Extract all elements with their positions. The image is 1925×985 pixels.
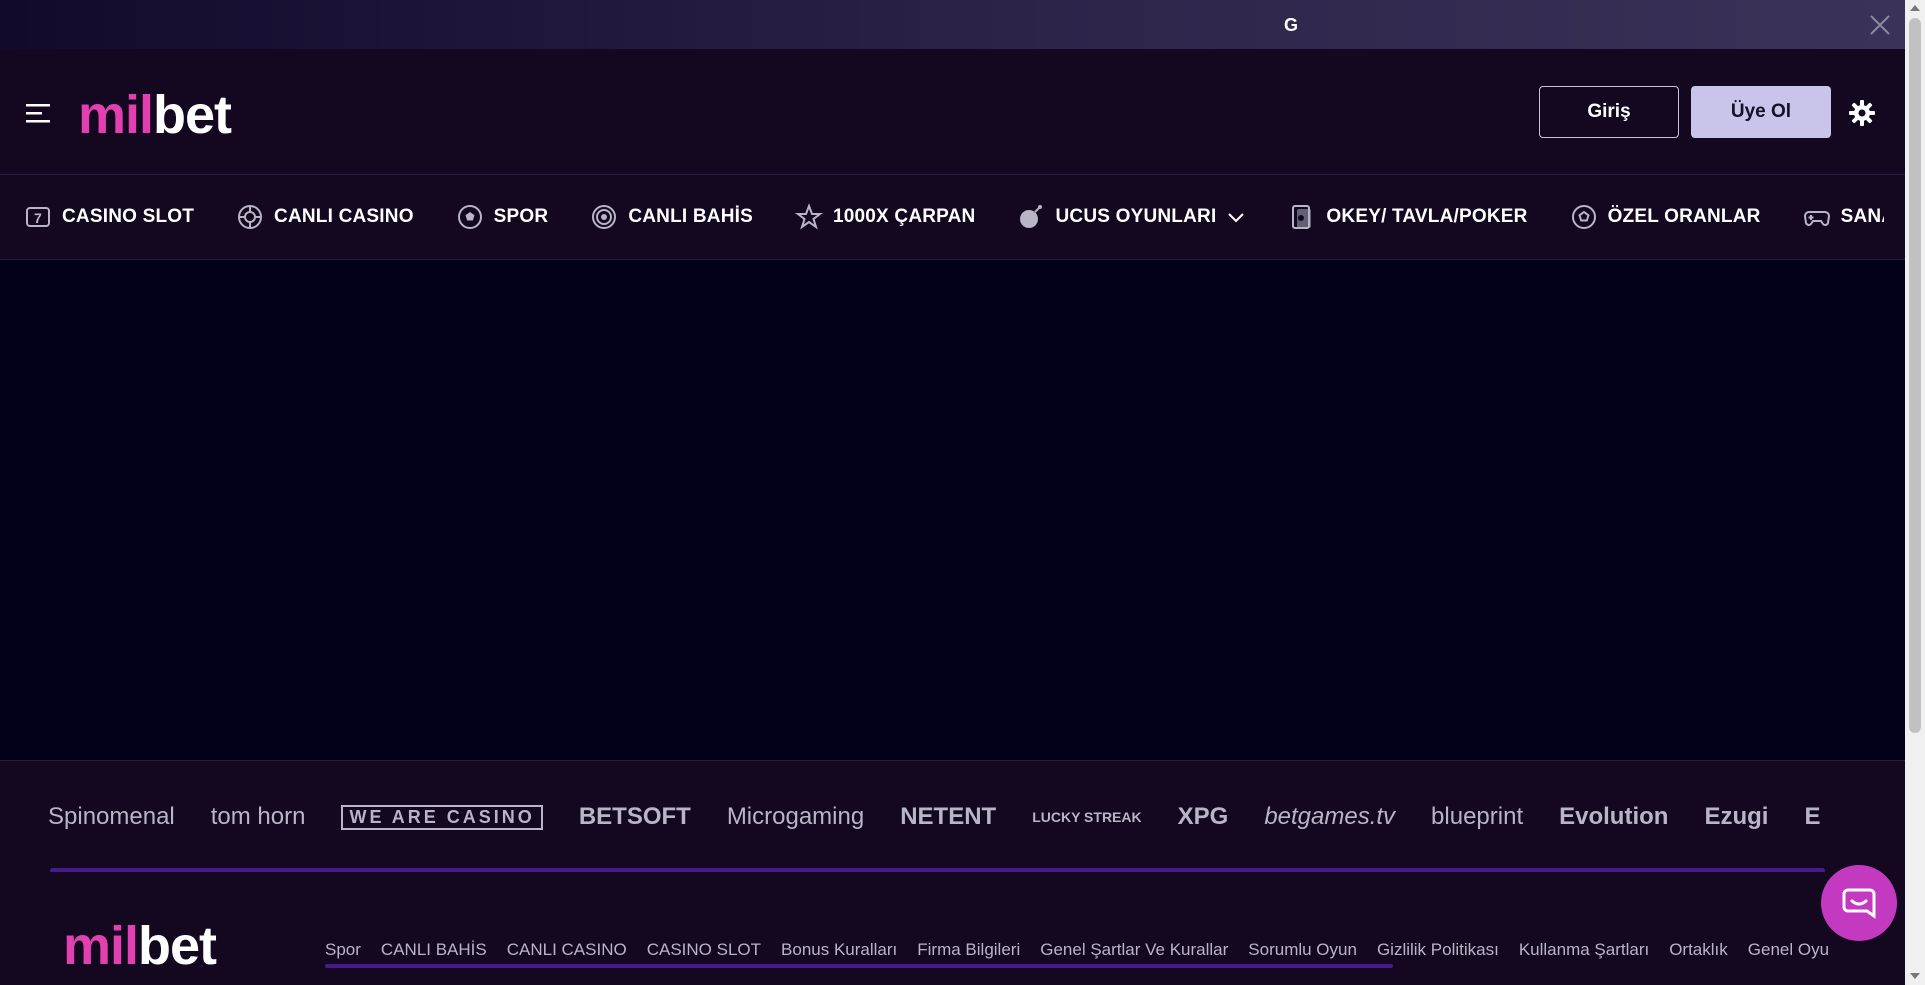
provider-name: E (1804, 803, 1821, 830)
provider-name: NETENT (900, 803, 997, 830)
provider-betgames: betgames.tv (1264, 803, 1395, 831)
footer-link-kullanma-sartlari[interactable]: Kullanma Şartları (1519, 940, 1649, 960)
nav-label: CASINO SLOT (62, 206, 195, 227)
footer-link-spor[interactable]: Spor (325, 940, 361, 960)
provider-ezugi: Ezugi (1704, 803, 1768, 831)
nav-item-ozel-oranlar[interactable]: ÖZEL ORANLAR (1570, 203, 1761, 231)
scroll-down-arrow-icon[interactable] (1910, 973, 1920, 979)
nav-label: ÖZEL ORANLAR (1607, 206, 1761, 227)
provider-name: XPG (1177, 803, 1229, 830)
nav-item-sanal-bahis[interactable]: SANAL BAH (1803, 203, 1884, 231)
register-button[interactable]: Üye Ol (1691, 86, 1831, 138)
nav-label: CANLI BAHİS (628, 206, 753, 227)
provider-name: Microgaming (726, 803, 865, 830)
svg-text:7: 7 (34, 210, 42, 226)
footer-links: Spor CANLI BAHİS CANLI CASINO CASINO SLO… (325, 940, 1855, 960)
provider-xpg: XPG (1178, 803, 1229, 831)
provider-tom-horn: tom horn (211, 803, 306, 831)
nav-item-canli-casino[interactable]: CANLI CASINO (236, 203, 414, 231)
live-chat-button[interactable] (1821, 865, 1897, 941)
nav-label: 1000X ÇARPAN (832, 206, 976, 227)
nav-item-spor[interactable]: SPOR (456, 203, 549, 231)
nav-item-ucus-oyunlari[interactable]: UCUS OYUNLARI (1017, 203, 1246, 231)
soccer-ball-icon (1571, 205, 1596, 229)
nav-item-1000x-carpan[interactable]: 1000X ÇARPAN (795, 203, 976, 231)
footer-link-casino-slot[interactable]: CASINO SLOT (647, 940, 761, 960)
provider-microgaming: Microgaming (727, 803, 864, 831)
footer-link-canli-casino[interactable]: CANLI CASINO (507, 940, 627, 960)
footer-link-bonus-kurallari[interactable]: Bonus Kuralları (781, 940, 897, 960)
footer-link-ortaklik[interactable]: Ortaklık (1669, 940, 1728, 960)
footer-link-gizlilik[interactable]: Gizlilik Politikası (1377, 940, 1499, 960)
gear-icon[interactable] (1848, 99, 1876, 127)
provider-name: tom horn (210, 803, 306, 830)
provider-name: LUCKY STREAK (1032, 809, 1142, 825)
nav-label: UCUS OYUNLARI (1055, 206, 1217, 227)
provider-lucky-streak: LUCKY STREAK (1032, 809, 1141, 825)
logo-part-mil: mil (78, 85, 154, 145)
provider-name: Evolution (1559, 803, 1669, 830)
nav-label: OKEY/ TAVLA/POKER (1326, 206, 1528, 227)
scrollbar-thumb[interactable] (1909, 18, 1921, 733)
live-broadcast-icon (592, 205, 617, 229)
announcement-bar: G (0, 0, 1905, 49)
provider-name: blueprint (1431, 803, 1524, 830)
provider-name: Ezugi (1704, 803, 1769, 830)
footer-link-canli-bahis[interactable]: CANLI BAHİS (381, 940, 487, 960)
nav-item-casino-slot[interactable]: 7 CASINO SLOT (24, 203, 194, 231)
site-logo[interactable]: milbet (78, 85, 232, 145)
close-icon[interactable] (1867, 12, 1893, 38)
hamburger-menu-icon[interactable] (26, 102, 54, 124)
footer-link-genel-sartlar[interactable]: Genel Şartlar Ve Kurallar (1040, 940, 1228, 960)
footer-logo[interactable]: milbet (63, 916, 217, 976)
page-scrollbar[interactable] (1905, 0, 1925, 985)
nav-label: CANLI CASINO (274, 206, 414, 227)
gamepad-icon (1803, 211, 1830, 226)
provider-name: Spinomenal (48, 803, 175, 830)
logo-part-bet: bet (153, 85, 232, 145)
cards-icon (1292, 205, 1312, 229)
provider-name: BETSOFT (578, 803, 691, 830)
announcement-text: G (1284, 15, 1299, 35)
bomb-icon (1020, 205, 1043, 228)
main-navigation: 7 CASINO SLOT CANLI CASINO SPOR CANLI BA… (0, 175, 1905, 260)
soccer-ball-icon (457, 205, 482, 229)
nav-label: SANAL BAH (1840, 206, 1884, 227)
logo-part-bet: bet (138, 916, 217, 976)
provider-evolution: Evolution (1559, 803, 1668, 831)
provider-betsoft: BETSOFT (579, 803, 691, 831)
footer-link-sorumlu-oyun[interactable]: Sorumlu Oyun (1248, 940, 1357, 960)
main-content-area (0, 260, 1905, 760)
logo-part-mil: mil (63, 916, 139, 976)
chat-bubble-icon (1842, 888, 1876, 919)
provider-blueprint: blueprint (1431, 803, 1523, 831)
footer-links-underline (325, 964, 1393, 968)
login-button[interactable]: Giriş (1539, 86, 1679, 138)
provider-spinomenal: Spinomenal (48, 803, 175, 831)
site-header: milbet Giriş Üye Ol (0, 49, 1905, 175)
site-footer: milbet Spor CANLI BAHİS CANLI CASINO CAS… (0, 872, 1905, 985)
provider-logos-strip: Spinomenal tom horn WE ARE CASINO BETSOF… (0, 760, 1905, 873)
roulette-icon (238, 205, 263, 229)
nav-item-okey-tavla-poker[interactable]: OKEY/ TAVLA/POKER (1288, 203, 1527, 231)
star-icon (795, 203, 823, 230)
nav-label: SPOR (493, 206, 549, 227)
provider-netent: NETENT (900, 803, 996, 831)
footer-link-genel-oyun[interactable]: Genel Oyu (1748, 940, 1829, 960)
nav-item-canli-bahis[interactable]: CANLI BAHİS (590, 203, 753, 231)
footer-link-firma-bilgileri[interactable]: Firma Bilgileri (917, 940, 1020, 960)
provider-partial: E (1804, 803, 1820, 831)
provider-name: WE ARE CASINO (341, 804, 543, 830)
provider-we-are-casino: WE ARE CASINO (341, 804, 543, 830)
chevron-down-icon[interactable] (1226, 207, 1246, 227)
slot-7-icon: 7 (26, 207, 50, 227)
provider-name: betgames.tv (1264, 803, 1396, 830)
scroll-up-arrow-icon[interactable] (1910, 5, 1920, 11)
